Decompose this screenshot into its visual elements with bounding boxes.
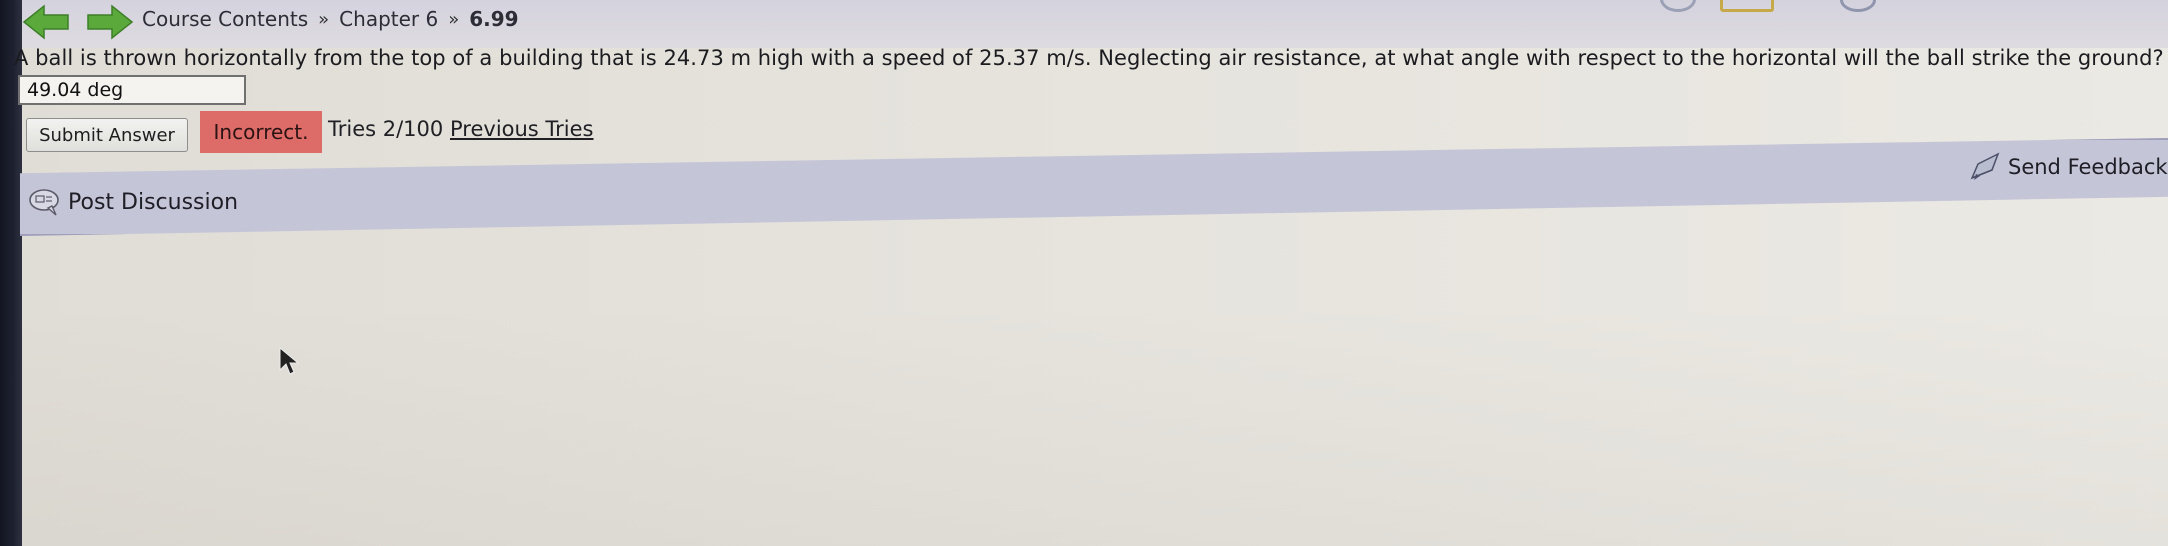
send-feedback-label: Send Feedback	[2008, 155, 2168, 179]
breadcrumb: Course Contents » Chapter 6 » 6.99	[142, 5, 519, 33]
breadcrumb-chapter[interactable]: Chapter 6	[339, 7, 438, 31]
post-discussion-button[interactable]: Post Discussion	[28, 187, 238, 217]
previous-tries-link[interactable]: Previous Tries	[450, 117, 594, 141]
feedback-pen-icon	[1968, 150, 2004, 184]
tries-counter: Tries 2/100	[328, 117, 444, 141]
toolbar-folder-icon[interactable]	[1720, 0, 1774, 12]
lon-capa-problem-screen: Course Contents » Chapter 6 » 6.99 A bal…	[0, 0, 2168, 546]
breadcrumb-current-problem: 6.99	[469, 7, 519, 31]
forward-arrow-icon[interactable]	[86, 4, 134, 40]
screen-shading	[22, 300, 2168, 546]
answer-input[interactable]	[18, 75, 246, 105]
submit-answer-button[interactable]: Submit Answer	[26, 118, 188, 152]
breadcrumb-separator: »	[448, 8, 460, 30]
post-discussion-label: Post Discussion	[68, 189, 239, 215]
incorrect-status-badge: Incorrect.	[200, 111, 322, 153]
breadcrumb-separator: »	[318, 8, 330, 30]
send-feedback-button[interactable]: Send Feedback	[1968, 150, 2168, 184]
breadcrumb-course-contents[interactable]: Course Contents	[142, 7, 308, 31]
discussion-bubble-icon	[28, 187, 62, 217]
mouse-cursor-icon	[278, 346, 300, 376]
problem-question-text: A ball is thrown horizontally from the t…	[14, 46, 2164, 70]
discussion-bar	[20, 138, 2168, 236]
back-arrow-icon[interactable]	[22, 4, 70, 40]
